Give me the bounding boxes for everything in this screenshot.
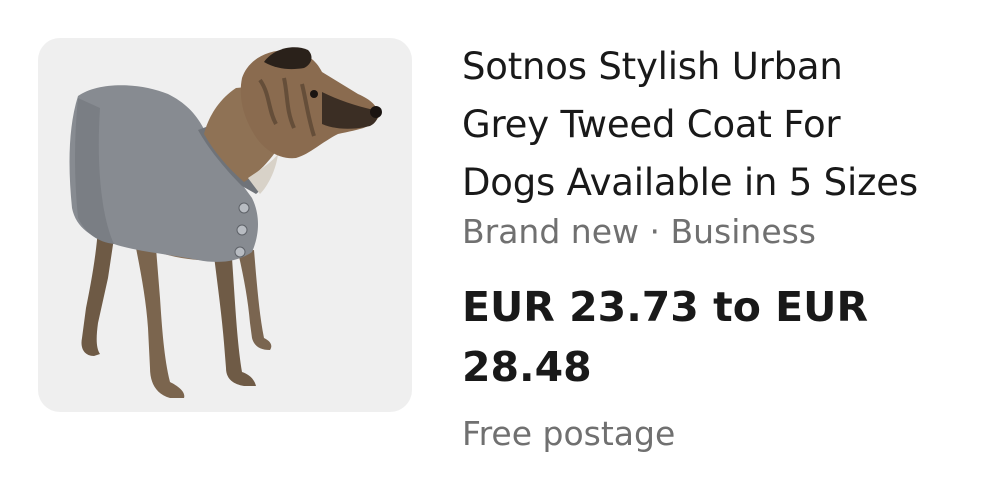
meta-separator: · bbox=[639, 212, 671, 251]
listing-title[interactable]: Sotnos Stylish Urban Grey Tweed Coat For… bbox=[462, 38, 932, 212]
listing-price: EUR 23.73 to EUR 28.48 bbox=[462, 283, 869, 391]
dog-in-coat-image bbox=[69, 47, 382, 398]
coat-button-3 bbox=[234, 246, 246, 258]
product-image[interactable] bbox=[38, 38, 412, 412]
coat-button-2 bbox=[236, 224, 248, 236]
dog-eye bbox=[310, 90, 318, 98]
coat-button-1 bbox=[238, 202, 250, 214]
seller-type-label: Business bbox=[670, 212, 817, 251]
shipping-label: Free postage bbox=[462, 414, 676, 453]
condition-label: Brand new bbox=[462, 212, 639, 251]
dog-nose bbox=[370, 106, 382, 118]
dog-head bbox=[240, 50, 379, 159]
dog-back-leg-right bbox=[134, 238, 185, 398]
listing-meta: Brand new · Business bbox=[462, 209, 982, 255]
listing-card[interactable]: Sotnos Stylish Urban Grey Tweed Coat For… bbox=[0, 0, 1000, 500]
listing-info: Sotnos Stylish Urban Grey Tweed Coat For… bbox=[462, 38, 982, 457]
dog-back-leg-left bbox=[81, 228, 114, 356]
dog-front-leg-right bbox=[238, 250, 272, 350]
